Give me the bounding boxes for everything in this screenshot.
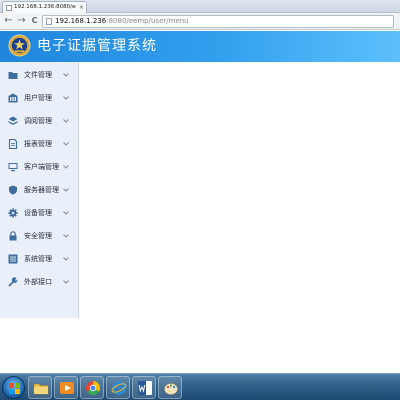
word-icon <box>138 381 152 395</box>
tab-title: 192.168.1.236:8080/eem <box>14 4 76 10</box>
sidebar-item-label: 外部接口 <box>24 278 52 286</box>
sidebar-item-servers[interactable]: 服务器管理 <box>0 180 79 200</box>
folder-icon <box>8 72 18 79</box>
sidebar-item-label: 服务器管理 <box>24 186 59 194</box>
ie-icon <box>111 381 127 395</box>
tab-close-button[interactable]: × <box>79 2 84 13</box>
windows-taskbar <box>0 373 400 400</box>
chevron-down-icon <box>63 280 69 284</box>
sidebar-item-reports[interactable]: 报表管理 <box>0 134 79 154</box>
app-header: 电子证据管理系统 <box>0 31 400 62</box>
sidebar-item-devices[interactable]: 设备管理 <box>0 203 79 223</box>
sidebar-item-security[interactable]: 安全管理 <box>0 226 79 246</box>
taskbar-paint[interactable] <box>158 376 182 399</box>
explorer-icon <box>33 383 49 395</box>
browser-tab[interactable]: 192.168.1.236:8080/eem × <box>2 1 87 13</box>
page-icon <box>46 18 52 25</box>
building-icon <box>8 93 18 103</box>
sidebar-item-label: 文件管理 <box>24 71 52 79</box>
reload-button[interactable]: C <box>29 15 40 27</box>
url-host: 192.168.1.236 <box>55 17 107 25</box>
taskbar-explorer[interactable] <box>28 376 52 399</box>
lock-icon <box>9 231 17 241</box>
chevron-down-icon <box>63 188 69 192</box>
sidebar-item-label: 用户管理 <box>24 94 52 102</box>
sidebar-item-access[interactable]: 调阅管理 <box>0 111 79 131</box>
taskbar-chrome[interactable] <box>80 376 104 399</box>
list-icon <box>8 254 18 264</box>
sidebar-item-label: 客户端管理 <box>24 163 59 171</box>
start-button[interactable] <box>2 376 25 399</box>
gear-icon <box>8 208 18 218</box>
document-icon <box>8 139 18 149</box>
shield-icon <box>9 185 17 195</box>
chrome-icon <box>86 381 100 395</box>
address-bar[interactable]: 192.168.1.236:8080/eemp/user/menu <box>42 15 394 28</box>
sidebar-item-label: 系统管理 <box>24 255 52 263</box>
media-player-icon <box>60 382 74 394</box>
browser-tab-bar: 192.168.1.236:8080/eem × <box>0 0 400 13</box>
sidebar-item-clients[interactable]: 客户端管理 <box>0 157 79 177</box>
sidebar-item-label: 报表管理 <box>24 140 52 148</box>
sidebar-item-label: 安全管理 <box>24 232 52 240</box>
taskbar-media-player[interactable] <box>54 376 78 399</box>
windows-logo-icon <box>9 383 20 394</box>
taskbar-ie[interactable] <box>106 376 130 399</box>
app-title: 电子证据管理系统 <box>37 38 157 54</box>
sidebar-item-external-api[interactable]: 外部接口 <box>0 272 79 292</box>
chevron-down-icon <box>63 142 69 146</box>
main-content <box>80 62 400 318</box>
layers-icon <box>8 116 18 125</box>
monitor-icon <box>8 163 18 172</box>
taskbar-word[interactable] <box>132 376 156 399</box>
sidebar-item-users[interactable]: 用户管理 <box>0 88 79 108</box>
sidebar: 文件管理 用户管理 调阅管理 报表管理 客户端管理 服务器管理 设备管理 安全管… <box>0 62 79 318</box>
browser-nav-bar: ← → C 192.168.1.236:8080/eemp/user/menu <box>0 13 400 30</box>
sidebar-item-label: 调阅管理 <box>24 117 52 125</box>
sidebar-item-system[interactable]: 系统管理 <box>0 249 79 269</box>
chevron-down-icon <box>63 119 69 123</box>
sidebar-item-files[interactable]: 文件管理 <box>0 65 79 85</box>
chevron-down-icon <box>63 73 69 77</box>
page-icon <box>6 5 12 11</box>
chevron-down-icon <box>63 257 69 261</box>
police-emblem-icon <box>8 34 31 57</box>
chevron-down-icon <box>63 211 69 215</box>
forward-button[interactable]: → <box>16 15 27 27</box>
chevron-down-icon <box>63 96 69 100</box>
url-path: :8080/eemp/user/menu <box>106 17 189 25</box>
paint-icon <box>164 383 178 395</box>
back-button[interactable]: ← <box>3 15 14 27</box>
chevron-down-icon <box>63 165 69 169</box>
chevron-down-icon <box>63 234 69 238</box>
sidebar-item-label: 设备管理 <box>24 209 52 217</box>
wrench-icon <box>8 277 18 287</box>
